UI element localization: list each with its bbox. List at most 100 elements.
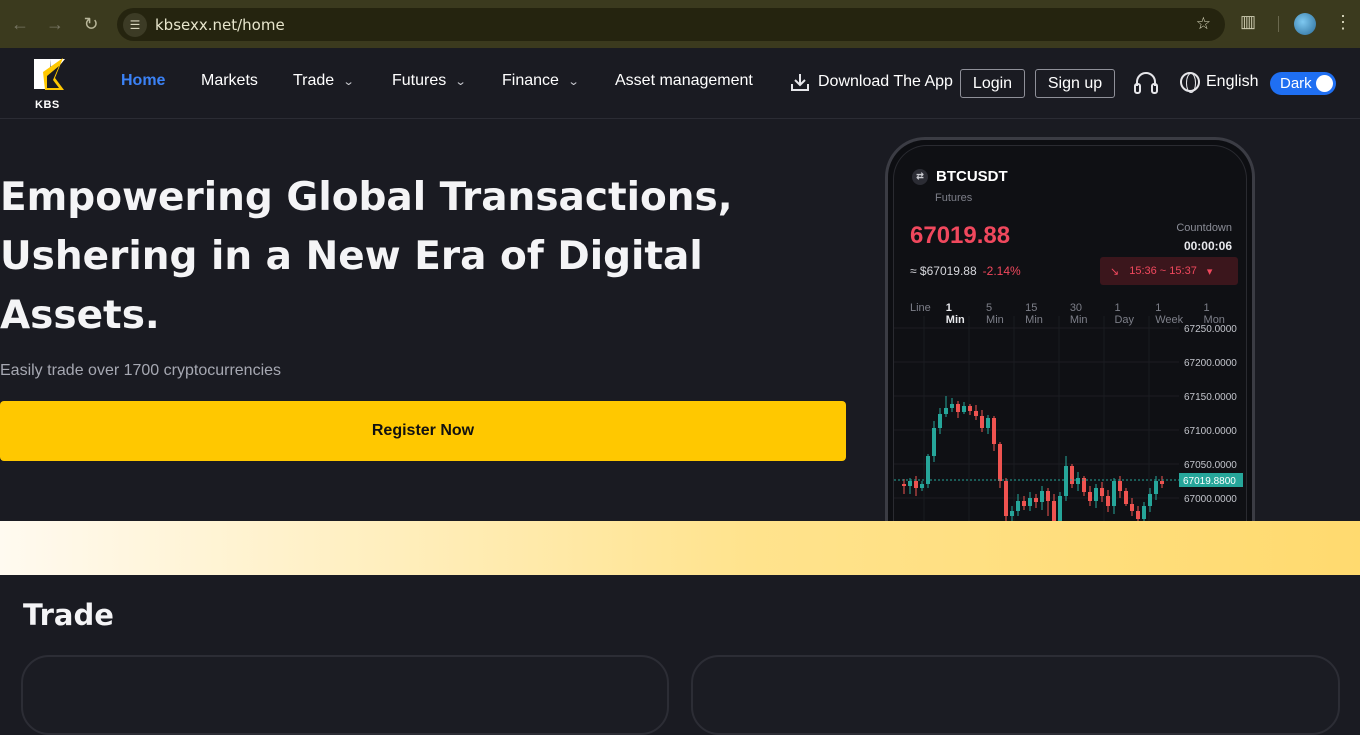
nav-finance-label: Finance bbox=[502, 72, 559, 89]
phone-mockup: ⇄ BTCUSDT Futures 67019.88 ≈ $67019.88 -2… bbox=[885, 137, 1255, 537]
y-tick-label: 67250.0000 bbox=[1184, 324, 1237, 335]
candle-body bbox=[1124, 491, 1128, 504]
theme-toggle-label: Dark bbox=[1280, 75, 1312, 92]
chevron-down-icon: ⌄ bbox=[454, 75, 467, 88]
browser-toolbar: ← → ↻ ☰ kbsexx.net/home ☆ ▥ ⋮ bbox=[0, 0, 1360, 48]
trade-card[interactable] bbox=[691, 655, 1340, 735]
pair-name: BTCUSDT bbox=[936, 168, 1008, 185]
hero-title-line3: Assets. bbox=[0, 293, 160, 338]
chevron-down-icon: ⌄ bbox=[342, 75, 355, 88]
hero-title-line1: Empowering Global Transactions, bbox=[0, 175, 733, 220]
candle-body bbox=[1142, 506, 1146, 519]
candle-body bbox=[1154, 481, 1158, 494]
candle-body bbox=[1040, 491, 1044, 502]
candle-body bbox=[1028, 498, 1032, 506]
candle-body bbox=[1094, 488, 1098, 501]
candle-body bbox=[980, 416, 984, 428]
site-header: KBS Home Markets Trade ⌄ Futures ⌄ Finance… bbox=[0, 48, 1360, 119]
address-bar[interactable]: ☰ kbsexx.net/home ☆ bbox=[117, 8, 1225, 41]
site-info-icon[interactable]: ☰ bbox=[123, 12, 147, 37]
candle-body bbox=[986, 418, 990, 428]
url-text[interactable]: kbsexx.net/home bbox=[155, 16, 285, 34]
nav-home[interactable]: Home bbox=[121, 72, 165, 90]
nav-futures[interactable]: Futures ⌄ bbox=[392, 72, 467, 90]
nav-asset-management-label: Asset management bbox=[615, 72, 753, 89]
candle-body bbox=[950, 404, 954, 408]
candle-body bbox=[1016, 501, 1020, 511]
toolbar-divider bbox=[1278, 16, 1279, 32]
time-range-label: 15:36 ~ 15:37 bbox=[1129, 265, 1197, 277]
y-tick-label: 67000.0000 bbox=[1184, 494, 1237, 505]
globe-icon bbox=[1180, 72, 1200, 93]
y-tick-label: 67200.0000 bbox=[1184, 358, 1237, 369]
arrow-right-icon[interactable]: → bbox=[37, 6, 73, 42]
caret-down-icon: ▾ bbox=[1206, 265, 1213, 278]
candle-body bbox=[1118, 481, 1122, 491]
candle-body bbox=[902, 484, 906, 486]
market-type: Futures bbox=[935, 192, 973, 204]
usd-price-row: ≈ $67019.88 -2.14% bbox=[910, 264, 1021, 278]
y-tick-label: 67150.0000 bbox=[1184, 392, 1237, 403]
nav-markets[interactable]: Markets bbox=[201, 72, 258, 90]
chevron-down-icon: ⌄ bbox=[567, 75, 580, 88]
time-range-select: ↘ 15:36 ~ 15:37 ▾ bbox=[1100, 257, 1238, 285]
trade-card[interactable] bbox=[21, 655, 669, 735]
theme-toggle[interactable]: Dark bbox=[1270, 72, 1336, 95]
hero-title-line2: Ushering in a New Era of Digital bbox=[0, 234, 703, 279]
y-tick-label: 67100.0000 bbox=[1184, 426, 1237, 437]
download-app-label: Download The App bbox=[818, 73, 953, 90]
candle-body bbox=[968, 406, 972, 411]
candle-body bbox=[1070, 466, 1074, 484]
candle-body bbox=[1112, 481, 1116, 506]
nav-home-label: Home bbox=[121, 72, 166, 89]
kebab-icon[interactable]: ⋮ bbox=[1334, 12, 1352, 33]
logo-text: KBS bbox=[35, 99, 60, 111]
candle-body bbox=[932, 428, 936, 456]
download-app-link[interactable]: Download The App bbox=[790, 72, 953, 92]
candle-body bbox=[1136, 511, 1140, 519]
price-change: -2.14% bbox=[982, 264, 1021, 278]
phone-screen: ⇄ BTCUSDT Futures 67019.88 ≈ $67019.88 -2… bbox=[893, 145, 1247, 537]
arrow-left-icon[interactable]: ← bbox=[2, 6, 38, 42]
trend-down-icon: ↘ bbox=[1110, 265, 1120, 278]
candle-body bbox=[956, 404, 960, 412]
candle-body bbox=[914, 481, 918, 488]
swap-icon: ⇄ bbox=[912, 168, 928, 185]
candle-body bbox=[1100, 488, 1104, 496]
candle-body bbox=[1022, 501, 1026, 506]
candle-body bbox=[1088, 492, 1092, 501]
candle-body bbox=[908, 481, 912, 486]
candle-body bbox=[938, 414, 942, 428]
signup-button[interactable]: Sign up bbox=[1035, 69, 1115, 98]
login-button[interactable]: Login bbox=[960, 69, 1025, 98]
countdown-label: Countdown bbox=[1176, 222, 1232, 234]
nav-finance[interactable]: Finance ⌄ bbox=[502, 72, 580, 90]
candle-body bbox=[1010, 511, 1014, 516]
trade-heading: Trade bbox=[23, 598, 114, 632]
current-price-tag-label: 67019.8800 bbox=[1183, 476, 1236, 487]
star-icon[interactable]: ☆ bbox=[1196, 14, 1211, 34]
usd-price: ≈ $67019.88 bbox=[910, 264, 977, 278]
candle-body bbox=[962, 406, 966, 412]
register-now-button[interactable]: Register Now bbox=[0, 401, 846, 461]
nav-trade[interactable]: Trade ⌄ bbox=[293, 72, 355, 90]
puzzle-icon[interactable]: ▥ bbox=[1240, 12, 1256, 32]
hero-subtitle: Easily trade over 1700 cryptocurrencies bbox=[0, 362, 282, 379]
nav-asset-management[interactable]: Asset management bbox=[615, 72, 753, 90]
profile-avatar[interactable] bbox=[1294, 13, 1316, 35]
candle-body bbox=[1076, 478, 1080, 484]
candle-body bbox=[998, 444, 1002, 481]
headset-icon[interactable] bbox=[1133, 70, 1159, 96]
kbs-logo[interactable]: KBS bbox=[31, 56, 71, 112]
candle-body bbox=[1148, 494, 1152, 506]
candle-body bbox=[974, 411, 978, 416]
candle-body bbox=[1046, 491, 1050, 501]
language-selector[interactable]: English bbox=[1180, 72, 1259, 93]
candle-body bbox=[944, 408, 948, 414]
y-tick-label: 67050.0000 bbox=[1184, 460, 1237, 471]
nav-futures-label: Futures bbox=[392, 72, 447, 89]
candle-body bbox=[920, 484, 924, 488]
countdown-value: 00:00:06 bbox=[1183, 239, 1232, 253]
reload-icon[interactable]: ↻ bbox=[73, 6, 109, 42]
language-label: English bbox=[1206, 73, 1259, 90]
